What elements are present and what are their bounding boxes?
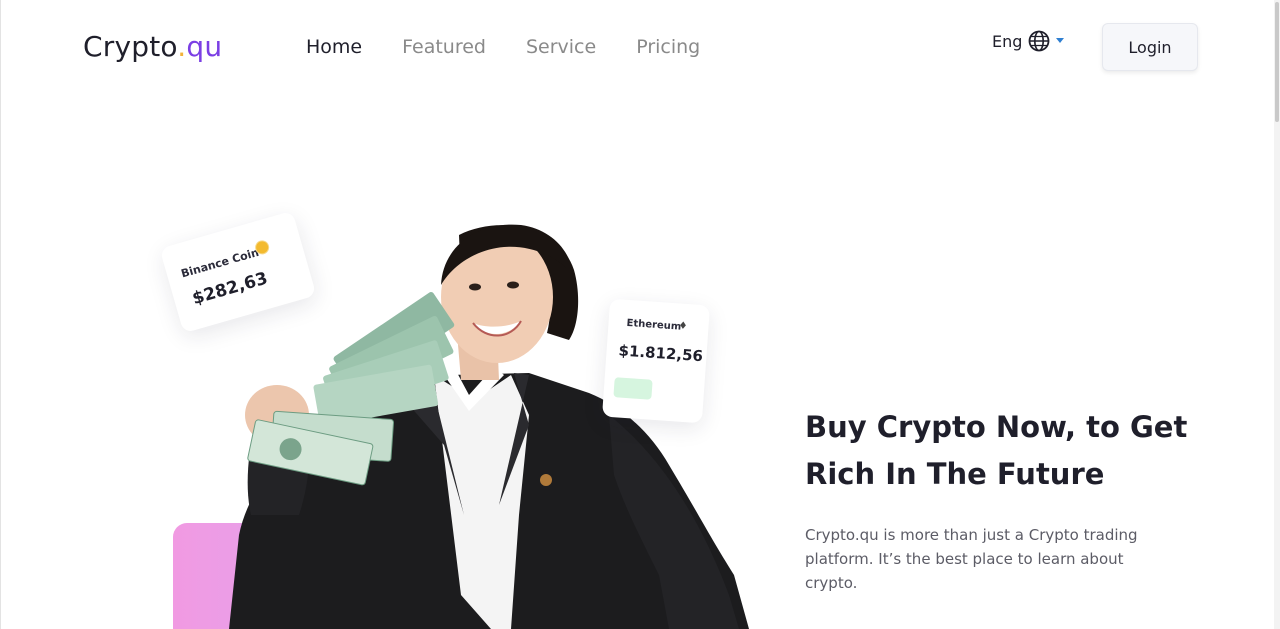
nav-item-home[interactable]: Home <box>306 36 362 58</box>
ethereum-change-badge <box>613 377 653 400</box>
ethereum-icon: ♦ <box>678 320 688 333</box>
hero-description: Crypto.qu is more than just a Crypto tra… <box>805 526 1138 592</box>
hero-title-line-1: Buy Crypto Now, to Get <box>805 410 1188 444</box>
language-label: Eng <box>992 31 1023 51</box>
language-selector[interactable]: Eng <box>992 30 1065 52</box>
ethereum-name: Ethereum <box>626 317 682 333</box>
globe-icon <box>1029 30 1050 52</box>
nav-item-service[interactable]: Service <box>526 36 596 58</box>
ethereum-price: $1.812,56 <box>618 341 704 366</box>
nav-item-featured[interactable]: Featured <box>402 36 486 58</box>
brand-name-dot: . <box>177 30 187 63</box>
hero-title-line-2: Rich In The Future <box>805 457 1105 491</box>
caret-down-icon <box>1056 38 1065 43</box>
nav-item-pricing[interactable]: Pricing <box>636 36 700 58</box>
brand-name-suffix: qu <box>186 30 223 63</box>
main-nav: Home Featured Service Pricing <box>306 36 700 58</box>
ethereum-card: Ethereum ♦ $1.812,56 <box>602 298 710 424</box>
scrollbar-thumb[interactable] <box>1275 2 1279 122</box>
hero-title: Buy Crypto Now, to Get Rich In The Futur… <box>805 404 1245 498</box>
login-button[interactable]: Login <box>1102 23 1198 71</box>
landing-page: Crypto.qu Home Featured Service Pricing … <box>0 0 1280 629</box>
page-scrollbar[interactable] <box>1274 0 1280 629</box>
brand-name-main: Crypto <box>83 30 178 63</box>
brand-logo[interactable]: Crypto.qu <box>83 30 222 63</box>
